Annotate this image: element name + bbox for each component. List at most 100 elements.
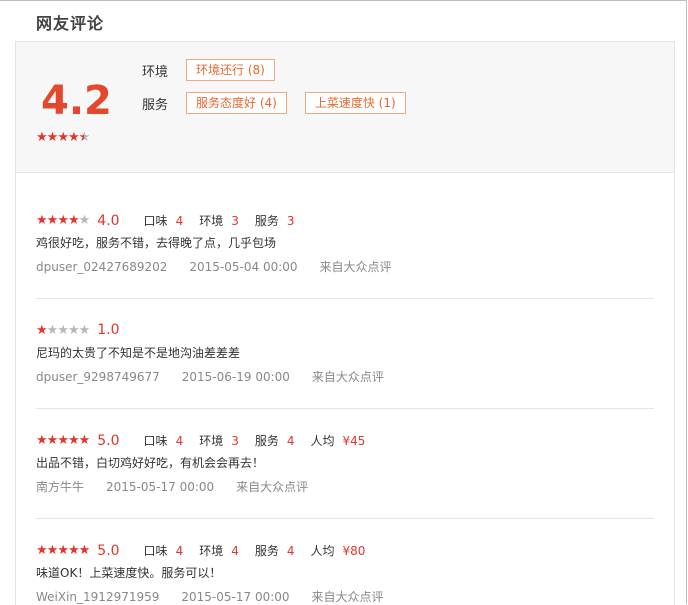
right-border [686, 0, 687, 604]
sub-rating-label: 服务 [254, 544, 279, 558]
star-icon: ★ [36, 433, 48, 448]
sub-rating: 口味 4 [144, 432, 184, 449]
star-icon: ★ [78, 213, 91, 228]
review-source: 来自大众点评 [311, 370, 384, 384]
sub-rating-value: ¥80 [342, 544, 366, 558]
star-icon: ★ [67, 433, 80, 448]
review-source: 来自大众点评 [319, 260, 392, 274]
star-icon: ★ [57, 213, 69, 228]
review-date: 2015-06-19 00:00 [181, 370, 290, 384]
review-meta: 南方牛牛 2015-05-17 00:00 来自大众点评 [36, 478, 330, 495]
sub-rating: 口味 4 [144, 212, 184, 229]
review-date: 2015-05-17 00:00 [106, 480, 215, 494]
review-divider [36, 518, 654, 519]
sub-rating-label: 人均 [310, 544, 335, 558]
star-icon: ★ [78, 322, 91, 338]
rating-summary: 4.2 ★★★★★ 环境 环境还行 (8) 服务 服务态度好 (4) 上菜速度快… [16, 42, 674, 173]
review-rating-row: ★★★★★ 1.0 [36, 322, 144, 338]
review-score: 5.0 [97, 432, 120, 449]
sub-rating: 服务 3 [255, 212, 295, 229]
section-title: 网友评论 [36, 14, 105, 33]
star-icon: ★ [78, 543, 91, 558]
sub-rating-value: 3 [286, 214, 295, 228]
review-meta: dpuser_9298749677 2015-06-19 00:00 来自大众点评 [36, 368, 406, 385]
sub-rating-value: 4 [286, 434, 295, 448]
tag-row-service: 服务 服务态度好 (4) 上菜速度快 (1) [142, 92, 424, 114]
sub-rating: 环境 3 [199, 432, 239, 449]
sub-rating: 环境 4 [199, 542, 239, 559]
star-icon: ★ [36, 322, 48, 338]
reviews-panel: 4.2 ★★★★★ 环境 环境还行 (8) 服务 服务态度好 (4) 上菜速度快… [15, 41, 675, 605]
overall-star-rating: ★★★★★ [36, 130, 91, 145]
star-icon: ★ [36, 543, 48, 558]
review-source: 来自大众点评 [311, 590, 384, 604]
review-score: 4.0 [97, 212, 120, 229]
tag-group-label: 环境 [142, 64, 169, 80]
sub-rating: 服务 4 [255, 432, 295, 449]
review-divider [36, 298, 654, 299]
review-username: dpuser_9298749677 [36, 370, 160, 384]
sub-rating-value: 4 [175, 544, 184, 558]
review-username: dpuser_02427689202 [36, 260, 168, 274]
sub-rating-label: 服务 [254, 434, 279, 448]
sub-rating-label: 服务 [254, 214, 279, 228]
sub-rating-label: 环境 [199, 544, 224, 558]
star-icon: ★ [46, 543, 59, 558]
star-icon: ★ [46, 322, 59, 338]
star-icon: ★ [57, 130, 69, 145]
sub-rating-value: 4 [175, 434, 184, 448]
star-icon: ★ [36, 213, 48, 228]
star-icon: ★ [57, 322, 69, 338]
review-star-rating: ★★★★★ [36, 543, 91, 558]
sub-rating-value: 3 [231, 434, 239, 448]
tag-row-environment: 环境 环境还行 (8) [142, 59, 293, 81]
sub-rating-label: 口味 [143, 214, 168, 228]
star-icon: ★ [57, 433, 69, 448]
star-icon: ★ [67, 322, 80, 338]
star-icon: ★ [78, 130, 91, 145]
star-icon: ★ [36, 130, 48, 145]
sub-rating-label: 口味 [143, 434, 168, 448]
sub-rating: 服务 4 [255, 542, 295, 559]
sub-rating-value: 4 [175, 214, 184, 228]
star-icon: ★ [67, 130, 80, 145]
tag-environment-ok[interactable]: 环境还行 (8) [186, 59, 275, 81]
sub-rating-value: ¥45 [342, 434, 366, 448]
review-date: 2015-05-04 00:00 [189, 260, 298, 274]
star-icon: ★ [46, 213, 59, 228]
review-username: 南方牛牛 [36, 480, 85, 494]
review-text: 鸡很好吃，服务不错，去得晚了点，几乎包场 [36, 236, 277, 250]
review-score: 5.0 [97, 542, 120, 559]
sub-rating: 人均 ¥45 [311, 432, 366, 449]
sub-rating-label: 口味 [143, 544, 168, 558]
sub-rating-label: 环境 [199, 434, 224, 448]
star-icon: ★ [46, 433, 59, 448]
tag-group-label: 服务 [142, 97, 169, 113]
tag-fast-serving[interactable]: 上菜速度快 (1) [304, 92, 406, 114]
review-rating-row: ★★★★★ 4.0 口味 4 环境 3 服务 3 [36, 212, 311, 229]
review-meta: WeiXin_1912971959 2015-05-17 00:00 来自大众点评 [36, 588, 406, 605]
star-icon: ★ [57, 543, 69, 558]
review-rating-row: ★★★★★ 5.0 口味 4 环境 3 服务 4 人均 ¥45 [36, 432, 381, 449]
star-icon: ★ [78, 433, 91, 448]
review-star-rating: ★★★★★ [36, 213, 91, 228]
review-star-rating: ★★★★★ [36, 433, 91, 448]
sub-rating: 环境 3 [199, 212, 239, 229]
tag-good-service[interactable]: 服务态度好 (4) [186, 92, 287, 114]
review-meta: dpuser_02427689202 2015-05-04 00:00 来自大众点评 [36, 258, 414, 275]
top-border [0, 0, 686, 1]
review-divider [36, 408, 654, 409]
sub-rating: 人均 ¥80 [311, 542, 366, 559]
sub-rating-value: 4 [286, 544, 295, 558]
overall-score: 4.2 [41, 78, 112, 124]
review-text: 尼玛的太贵了不知是不是地沟油差差差 [36, 346, 241, 360]
review-rating-row: ★★★★★ 5.0 口味 4 环境 4 服务 4 人均 ¥80 [36, 542, 381, 559]
sub-rating-label: 环境 [199, 214, 224, 228]
sub-rating-value: 4 [231, 544, 239, 558]
review-text: 出品不错，白切鸡好好吃，有机会会再去！ [36, 456, 265, 470]
sub-rating-label: 人均 [310, 434, 335, 448]
review-source: 来自大众点评 [236, 480, 309, 494]
sub-rating-value: 3 [231, 214, 239, 228]
review-text: 味道OK！上菜速度快。服务可以！ [36, 566, 222, 580]
sub-rating: 口味 4 [144, 542, 184, 559]
